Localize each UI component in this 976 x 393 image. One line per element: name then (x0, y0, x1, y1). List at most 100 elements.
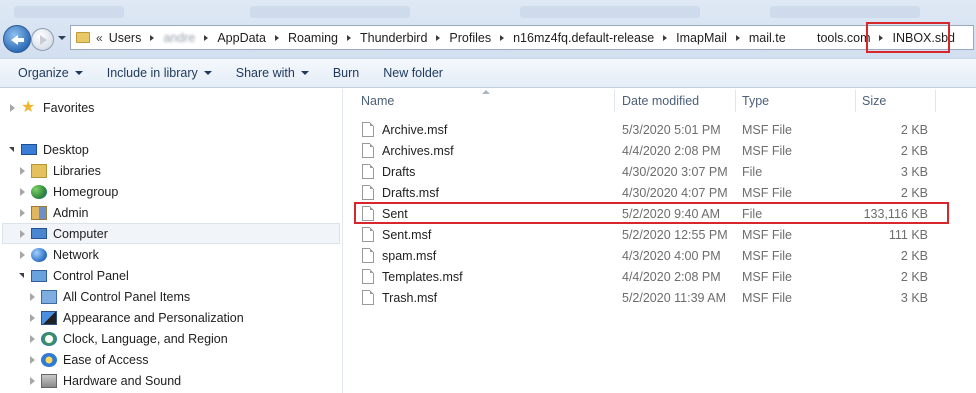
file-name: Sent.msf (382, 227, 432, 242)
breadcrumb-profile-folder[interactable]: n16mz4fq.default-release (513, 31, 654, 45)
expand-arrow-icon[interactable] (18, 166, 27, 175)
nav-ease-of-access[interactable]: Ease of Access (28, 349, 148, 370)
column-divider[interactable] (614, 90, 615, 112)
expand-arrow-icon[interactable] (18, 250, 27, 259)
file-name: Sent (382, 206, 408, 221)
file-type: File (742, 164, 763, 179)
expand-arrow-icon[interactable] (28, 376, 37, 385)
breadcrumb-separator-icon[interactable] (436, 34, 441, 41)
file-row[interactable]: Drafts 4/30/2020 3:07 PM File 3 KB (354, 161, 944, 182)
nav-favorites[interactable]: ★ Favorites (8, 97, 94, 118)
include-in-library-button[interactable]: Include in library (97, 62, 222, 84)
nav-network[interactable]: Network (18, 244, 99, 265)
file-row[interactable]: Sent.msf 5/2/2020 12:55 PM MSF File 111 … (354, 224, 944, 245)
share-with-button[interactable]: Share with (226, 62, 319, 84)
breadcrumb-imapmail[interactable]: ImapMail (676, 31, 727, 45)
breadcrumb-separator-icon[interactable] (500, 34, 505, 41)
breadcrumb-users[interactable]: Users (109, 31, 142, 45)
collapse-arrow-icon[interactable] (18, 271, 27, 280)
nav-hardware-label: Hardware and Sound (63, 373, 182, 388)
breadcrumb-user[interactable]: andre (163, 31, 195, 45)
file-icon (362, 206, 374, 221)
expand-arrow-icon[interactable] (28, 334, 37, 343)
collapse-arrow-icon[interactable] (8, 145, 17, 154)
column-header-date[interactable]: Date modified (622, 89, 699, 113)
file-date: 5/2/2020 12:55 PM (622, 227, 728, 242)
file-row[interactable]: Archives.msf 4/4/2020 2:08 PM MSF File 2… (354, 140, 944, 161)
expand-arrow-icon[interactable] (18, 208, 27, 217)
nav-desktop[interactable]: Desktop (8, 139, 89, 160)
mail-server-prefix: mail.te (748, 30, 786, 45)
share-with-label: Share with (235, 66, 295, 80)
address-bar[interactable]: « Users andre AppData Roaming Thunderbir… (70, 25, 974, 50)
file-name: Drafts.msf (382, 185, 439, 200)
expand-arrow-icon[interactable] (18, 229, 27, 238)
organize-button[interactable]: Organize (8, 62, 93, 84)
file-row[interactable]: Sent 5/2/2020 9:40 AM File 133,116 KB (354, 203, 944, 224)
organize-label: Organize (18, 66, 69, 80)
nav-homegroup[interactable]: Homegroup (18, 181, 118, 202)
breadcrumb-separator-icon[interactable] (879, 34, 884, 41)
column-divider[interactable] (855, 90, 856, 112)
breadcrumb-separator-icon[interactable] (663, 34, 668, 41)
expand-arrow-icon[interactable] (28, 313, 37, 322)
column-header-size[interactable]: Size (862, 89, 886, 113)
column-header-name[interactable]: Name (361, 89, 394, 113)
file-row[interactable]: spam.msf 4/3/2020 4:00 PM MSF File 2 KB (354, 245, 944, 266)
breadcrumb-mail-server[interactable]: mail.te tools.com (749, 31, 871, 45)
burn-button[interactable]: Burn (323, 62, 369, 84)
column-header-type[interactable]: Type (742, 89, 769, 113)
file-name-cell: Archive.msf (362, 119, 447, 140)
network-icon (31, 247, 47, 262)
nav-clock-language-region[interactable]: Clock, Language, and Region (28, 328, 228, 349)
file-row[interactable]: Drafts.msf 4/30/2020 4:07 PM MSF File 2 … (354, 182, 944, 203)
breadcrumb-thunderbird[interactable]: Thunderbird (360, 31, 427, 45)
breadcrumb-separator-icon[interactable] (347, 34, 352, 41)
file-row[interactable]: Trash.msf 5/2/2020 11:39 AM MSF File 3 K… (354, 287, 944, 308)
breadcrumb-profiles[interactable]: Profiles (449, 31, 491, 45)
expand-arrow-icon[interactable] (18, 187, 27, 196)
breadcrumb-separator-icon[interactable] (274, 34, 279, 41)
nav-control-panel[interactable]: Control Panel (18, 265, 129, 286)
clock-globe-icon (41, 331, 57, 346)
file-size: 3 KB (900, 164, 928, 179)
nav-appearance[interactable]: Appearance and Personalization (28, 307, 244, 328)
breadcrumb-roaming[interactable]: Roaming (288, 31, 338, 45)
file-name-cell: Drafts (362, 161, 415, 182)
breadcrumb-separator-icon[interactable] (204, 34, 209, 41)
expand-arrow-icon[interactable] (8, 103, 17, 112)
column-divider[interactable] (935, 90, 936, 112)
file-type: File (742, 206, 763, 221)
nav-libraries[interactable]: Libraries (18, 160, 101, 181)
file-date: 4/30/2020 4:07 PM (622, 185, 728, 200)
breadcrumb-inbox-sbd[interactable]: INBOX.sbd (892, 31, 955, 45)
overflow-chevron-icon[interactable]: « (96, 31, 103, 45)
expand-arrow-icon[interactable] (28, 292, 37, 301)
file-name-cell: Sent (362, 203, 408, 224)
breadcrumb-separator-icon[interactable] (150, 34, 155, 41)
file-name-cell: Templates.msf (362, 266, 463, 287)
forward-arrow-icon[interactable] (31, 28, 54, 51)
expand-arrow-icon[interactable] (28, 355, 37, 364)
breadcrumb-appdata[interactable]: AppData (217, 31, 266, 45)
recent-locations-chevron-icon[interactable] (58, 32, 66, 44)
nav-admin-label: Admin (53, 205, 89, 220)
breadcrumb-separator-icon[interactable] (735, 34, 740, 41)
new-folder-label: New folder (383, 66, 443, 80)
column-size-label: Size (862, 94, 887, 108)
nav-hardware-sound[interactable]: Hardware and Sound (28, 370, 181, 391)
back-arrow-icon[interactable] (3, 25, 31, 53)
file-type: MSF File (742, 185, 792, 200)
nav-homegroup-label: Homegroup (53, 184, 119, 199)
file-size: 2 KB (900, 143, 928, 158)
column-divider[interactable] (735, 90, 736, 112)
file-row[interactable]: Archive.msf 5/3/2020 5:01 PM MSF File 2 … (354, 119, 944, 140)
nav-admin[interactable]: Admin (18, 202, 88, 223)
file-name-cell: Archives.msf (362, 140, 454, 161)
nav-all-control-panel-items[interactable]: All Control Panel Items (28, 286, 190, 307)
new-folder-button[interactable]: New folder (373, 62, 453, 84)
file-icon (362, 269, 374, 284)
file-row[interactable]: Templates.msf 4/4/2020 2:08 PM MSF File … (354, 266, 944, 287)
nav-computer[interactable]: Computer (18, 223, 108, 244)
file-date: 4/3/2020 4:00 PM (622, 248, 721, 263)
